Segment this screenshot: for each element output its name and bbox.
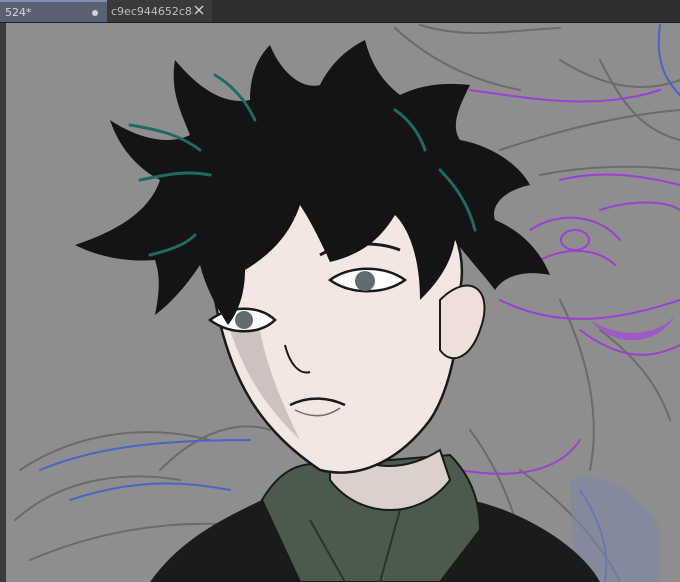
close-icon[interactable] <box>192 2 206 18</box>
tab-label: 524* <box>5 5 32 19</box>
tab-active-document[interactable]: 524* <box>0 0 107 22</box>
tab-second-document[interactable]: c9ec944652c8b9 <box>107 0 212 22</box>
ear <box>439 284 486 360</box>
document-tab-bar: 524* c9ec944652c8b9 <box>0 0 680 23</box>
artwork <box>14 24 680 582</box>
drawing-canvas[interactable] <box>6 23 680 582</box>
tab-label: c9ec944652c8b9 <box>111 4 193 18</box>
dot-icon <box>92 10 98 16</box>
